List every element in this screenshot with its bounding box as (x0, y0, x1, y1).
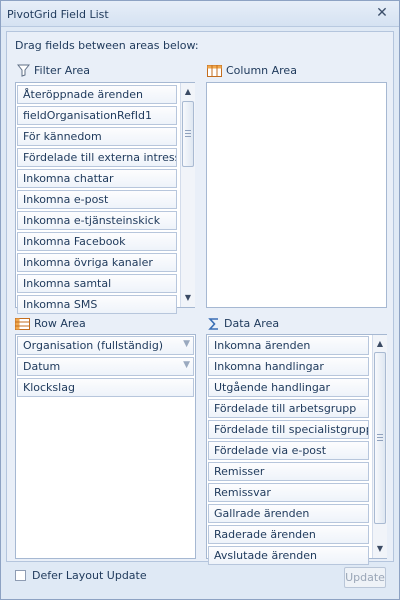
field-label: Gallrade ärenden (214, 507, 310, 520)
filter-area-box[interactable]: Återöppnade ärenden fieldOrganisationRefI… (15, 82, 195, 314)
field-item[interactable]: Inkomna ärenden (208, 336, 369, 355)
title-bar[interactable]: PivotGrid Field List ✕ (1, 1, 399, 27)
sigma-icon (208, 317, 218, 330)
field-label: Remissvar (214, 486, 271, 499)
window-title: PivotGrid Field List (7, 8, 109, 21)
scroll-up-arrow-icon[interactable]: ▲ (373, 337, 387, 351)
field-item[interactable]: Inkomna Facebook (17, 232, 177, 251)
field-label: Utgående handlingar (214, 381, 331, 394)
table-row-icon (15, 317, 30, 330)
field-item[interactable]: Remisser (208, 462, 369, 481)
field-label: Inkomna e-post (23, 193, 109, 206)
field-item[interactable]: För kännedom (17, 127, 177, 146)
close-icon[interactable]: ✕ (375, 6, 389, 21)
data-scrollbar[interactable]: ▲ ▼ (372, 335, 387, 558)
scroll-up-arrow-icon[interactable]: ▲ (181, 85, 195, 99)
defer-layout-checkbox[interactable] (15, 570, 26, 581)
data-area-box[interactable]: Inkomna ärenden Inkomna handlingar Utgåend… (206, 334, 387, 565)
row-area-label: Row Area (34, 317, 86, 330)
filter-scrollbar[interactable]: ▲ ▼ (180, 83, 195, 307)
filter-area-label: Filter Area (34, 64, 91, 77)
scroll-thumb[interactable] (182, 101, 194, 167)
field-label: Inkomna handlingar (214, 360, 324, 373)
field-label: För kännedom (23, 130, 102, 143)
field-label: Återöppnade ärenden (23, 88, 144, 101)
field-item[interactable]: Remissvar (208, 483, 369, 502)
field-label: Fördelade till arbetsgrupp (214, 402, 357, 415)
instruction-text: Drag fields between areas below: (15, 39, 199, 52)
field-label: Organisation (fullständig) (23, 339, 164, 352)
field-label: Inkomna samtal (23, 277, 112, 290)
field-item[interactable]: Fördelade till specialistgrupp (208, 420, 369, 439)
scroll-down-arrow-icon[interactable]: ▼ (373, 542, 387, 556)
field-label: Inkomna ärenden (214, 339, 311, 352)
scroll-thumb[interactable] (374, 352, 386, 524)
field-item[interactable]: Datum ▼ (17, 357, 194, 376)
field-label: Klockslag (23, 381, 75, 394)
field-item[interactable]: Fördelade till externa intress… (17, 148, 177, 167)
funnel-icon (17, 64, 30, 77)
field-item[interactable]: Raderade ärenden (208, 525, 369, 544)
field-item[interactable]: Avslutade ärenden (208, 546, 369, 565)
field-item[interactable]: Inkomna handlingar (208, 357, 369, 376)
grip-line (377, 440, 383, 441)
row-area-header: Row Area (15, 317, 86, 330)
field-label: Inkomna SMS (23, 298, 98, 311)
field-item[interactable]: Fördelade via e-post (208, 441, 369, 460)
field-label: fieldOrganisationRefId1 (23, 109, 153, 122)
field-label: Fördelade till externa intress… (23, 151, 177, 164)
grip-line (185, 130, 191, 131)
field-item[interactable]: Utgående handlingar (208, 378, 369, 397)
column-area-box[interactable] (206, 82, 387, 308)
field-item[interactable]: Inkomna övriga kanaler (17, 253, 177, 272)
data-area-header: Data Area (208, 317, 279, 330)
field-item[interactable]: Fördelade till arbetsgrupp (208, 399, 369, 418)
field-label: Inkomna chattar (23, 172, 114, 185)
update-button[interactable]: Update (344, 567, 386, 588)
filter-area-header: Filter Area (17, 64, 90, 77)
defer-layout-label: Defer Layout Update (32, 569, 147, 582)
grip-line (185, 136, 191, 137)
grip-line (377, 437, 383, 438)
field-item[interactable]: Inkomna e-post (17, 190, 177, 209)
filter-icon[interactable]: ▼ (183, 360, 190, 370)
field-item[interactable]: Återöppnade ärenden (17, 85, 177, 104)
field-label: Inkomna Facebook (23, 235, 126, 248)
scroll-down-arrow-icon[interactable]: ▼ (181, 291, 195, 305)
grip-line (185, 133, 191, 134)
field-item[interactable]: Inkomna e-tjänsteinskick (17, 211, 177, 230)
pivotgrid-field-list-window: PivotGrid Field List ✕ Drag fields betwe… (0, 0, 400, 600)
field-item[interactable]: Inkomna SMS (17, 295, 177, 314)
column-area-header: Column Area (207, 64, 297, 77)
grip-line (377, 434, 383, 435)
field-label: Inkomna övriga kanaler (23, 256, 153, 269)
field-item[interactable]: Gallrade ärenden (208, 504, 369, 523)
field-item[interactable]: fieldOrganisationRefId1 (17, 106, 177, 125)
field-label: Raderade ärenden (214, 528, 316, 541)
field-label: Inkomna e-tjänsteinskick (23, 214, 161, 227)
field-label: Fördelade via e-post (214, 444, 327, 457)
field-item[interactable]: Klockslag (17, 378, 194, 397)
field-item[interactable]: Organisation (fullständig) ▼ (17, 336, 194, 355)
field-label: Avslutade ärenden (214, 549, 317, 562)
field-item[interactable]: Inkomna samtal (17, 274, 177, 293)
defer-layout-option[interactable]: Defer Layout Update (15, 569, 147, 582)
data-area-label: Data Area (224, 317, 280, 330)
column-area-label: Column Area (226, 64, 297, 77)
field-label: Fördelade till specialistgrupp (214, 423, 369, 436)
filter-icon[interactable]: ▼ (183, 339, 190, 349)
row-area-box[interactable]: Organisation (fullständig) ▼ Datum ▼ Klocksl… (15, 334, 196, 559)
field-label: Remisser (214, 465, 265, 478)
field-label: Datum (23, 360, 61, 373)
field-item[interactable]: Inkomna chattar (17, 169, 177, 188)
table-column-icon (207, 64, 222, 77)
